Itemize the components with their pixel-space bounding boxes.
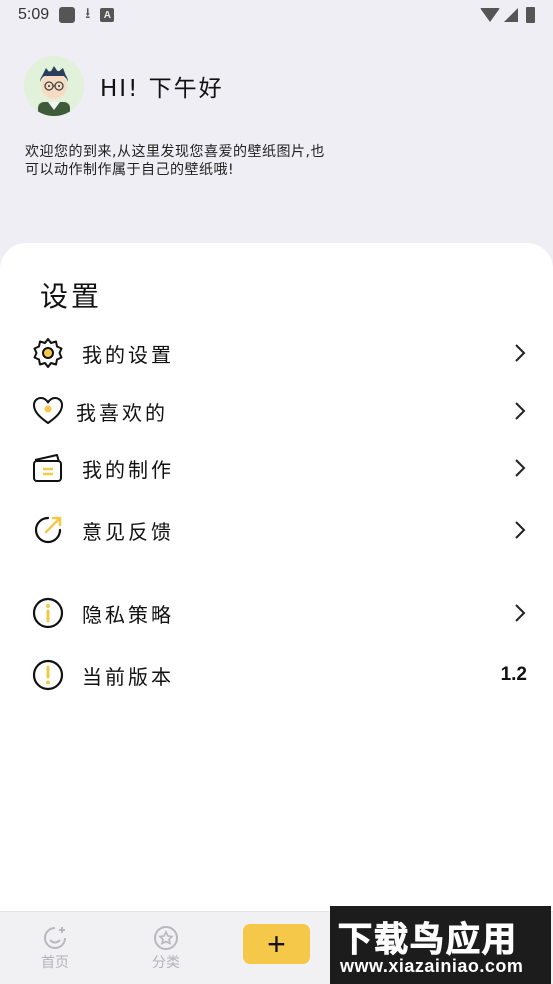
- intro-text: 欢迎您的到来,从这里发现您喜爱的壁纸图片,也可以动作制作属于自己的壁纸哦!: [25, 144, 325, 178]
- app-notification-icon: [59, 7, 76, 23]
- version-value: 1.2: [500, 664, 527, 685]
- feedback-icon: [30, 512, 66, 548]
- menu-item-version[interactable]: 当前版本 1.2: [0, 650, 553, 700]
- tab-label: 分类: [152, 955, 180, 971]
- chevron-right-icon: [515, 521, 526, 539]
- tab-label: 首页: [41, 955, 69, 971]
- wifi-icon: [480, 8, 500, 22]
- avatar[interactable]: [24, 56, 84, 116]
- create-button[interactable]: +: [243, 924, 310, 964]
- heart-icon: [30, 393, 66, 429]
- download-icon: ⭳: [85, 4, 91, 22]
- chevron-right-icon: [515, 604, 526, 622]
- chevron-right-icon: [515, 459, 526, 477]
- signal-icon: [504, 8, 518, 22]
- section-title: 设置: [40, 280, 103, 313]
- gear-icon: [30, 335, 66, 371]
- watermark-title: 下载鸟应用: [338, 920, 518, 961]
- menu-item-label: 我喜欢的: [76, 400, 168, 425]
- tab-home[interactable]: 首页: [25, 924, 85, 972]
- menu-item-label: 意见反馈: [82, 519, 174, 544]
- settings-sheet: 设置 我的设置 我喜欢的 我的制作 意见反馈 隐私策略 当前版本 1.2: [0, 243, 553, 911]
- menu-item-privacy-policy[interactable]: 隐私策略: [0, 588, 553, 638]
- status-bar: 5:09 ⭳ A: [0, 0, 553, 30]
- home-icon: [44, 927, 66, 949]
- menu-item-my-settings[interactable]: 我的设置: [0, 328, 553, 378]
- chevron-right-icon: [515, 402, 526, 420]
- card-icon: [30, 450, 66, 486]
- battery-icon: [526, 7, 535, 23]
- menu-item-label: 我的制作: [82, 457, 174, 482]
- watermark-logo: 下载鸟应用 www.xiazainiao.com: [330, 906, 551, 984]
- menu-item-favorites[interactable]: 我喜欢的: [0, 386, 553, 436]
- menu-item-my-creations[interactable]: 我的制作: [0, 443, 553, 493]
- menu-item-feedback[interactable]: 意见反馈: [0, 505, 553, 555]
- menu-item-label: 当前版本: [82, 664, 174, 689]
- menu-item-label: 我的设置: [82, 342, 174, 367]
- info-icon: [30, 595, 66, 631]
- menu-item-label: 隐私策略: [82, 602, 174, 627]
- category-icon: [154, 926, 178, 950]
- watermark-url: www.xiazainiao.com: [340, 956, 524, 976]
- chevron-right-icon: [515, 344, 526, 362]
- alert-icon: [30, 657, 66, 693]
- profile-header: HI! 下午好: [24, 56, 224, 116]
- greeting-text: HI! 下午好: [100, 76, 224, 102]
- tab-category[interactable]: 分类: [136, 924, 196, 972]
- keyboard-a-icon: A: [100, 8, 115, 22]
- status-time: 5:09: [18, 6, 50, 23]
